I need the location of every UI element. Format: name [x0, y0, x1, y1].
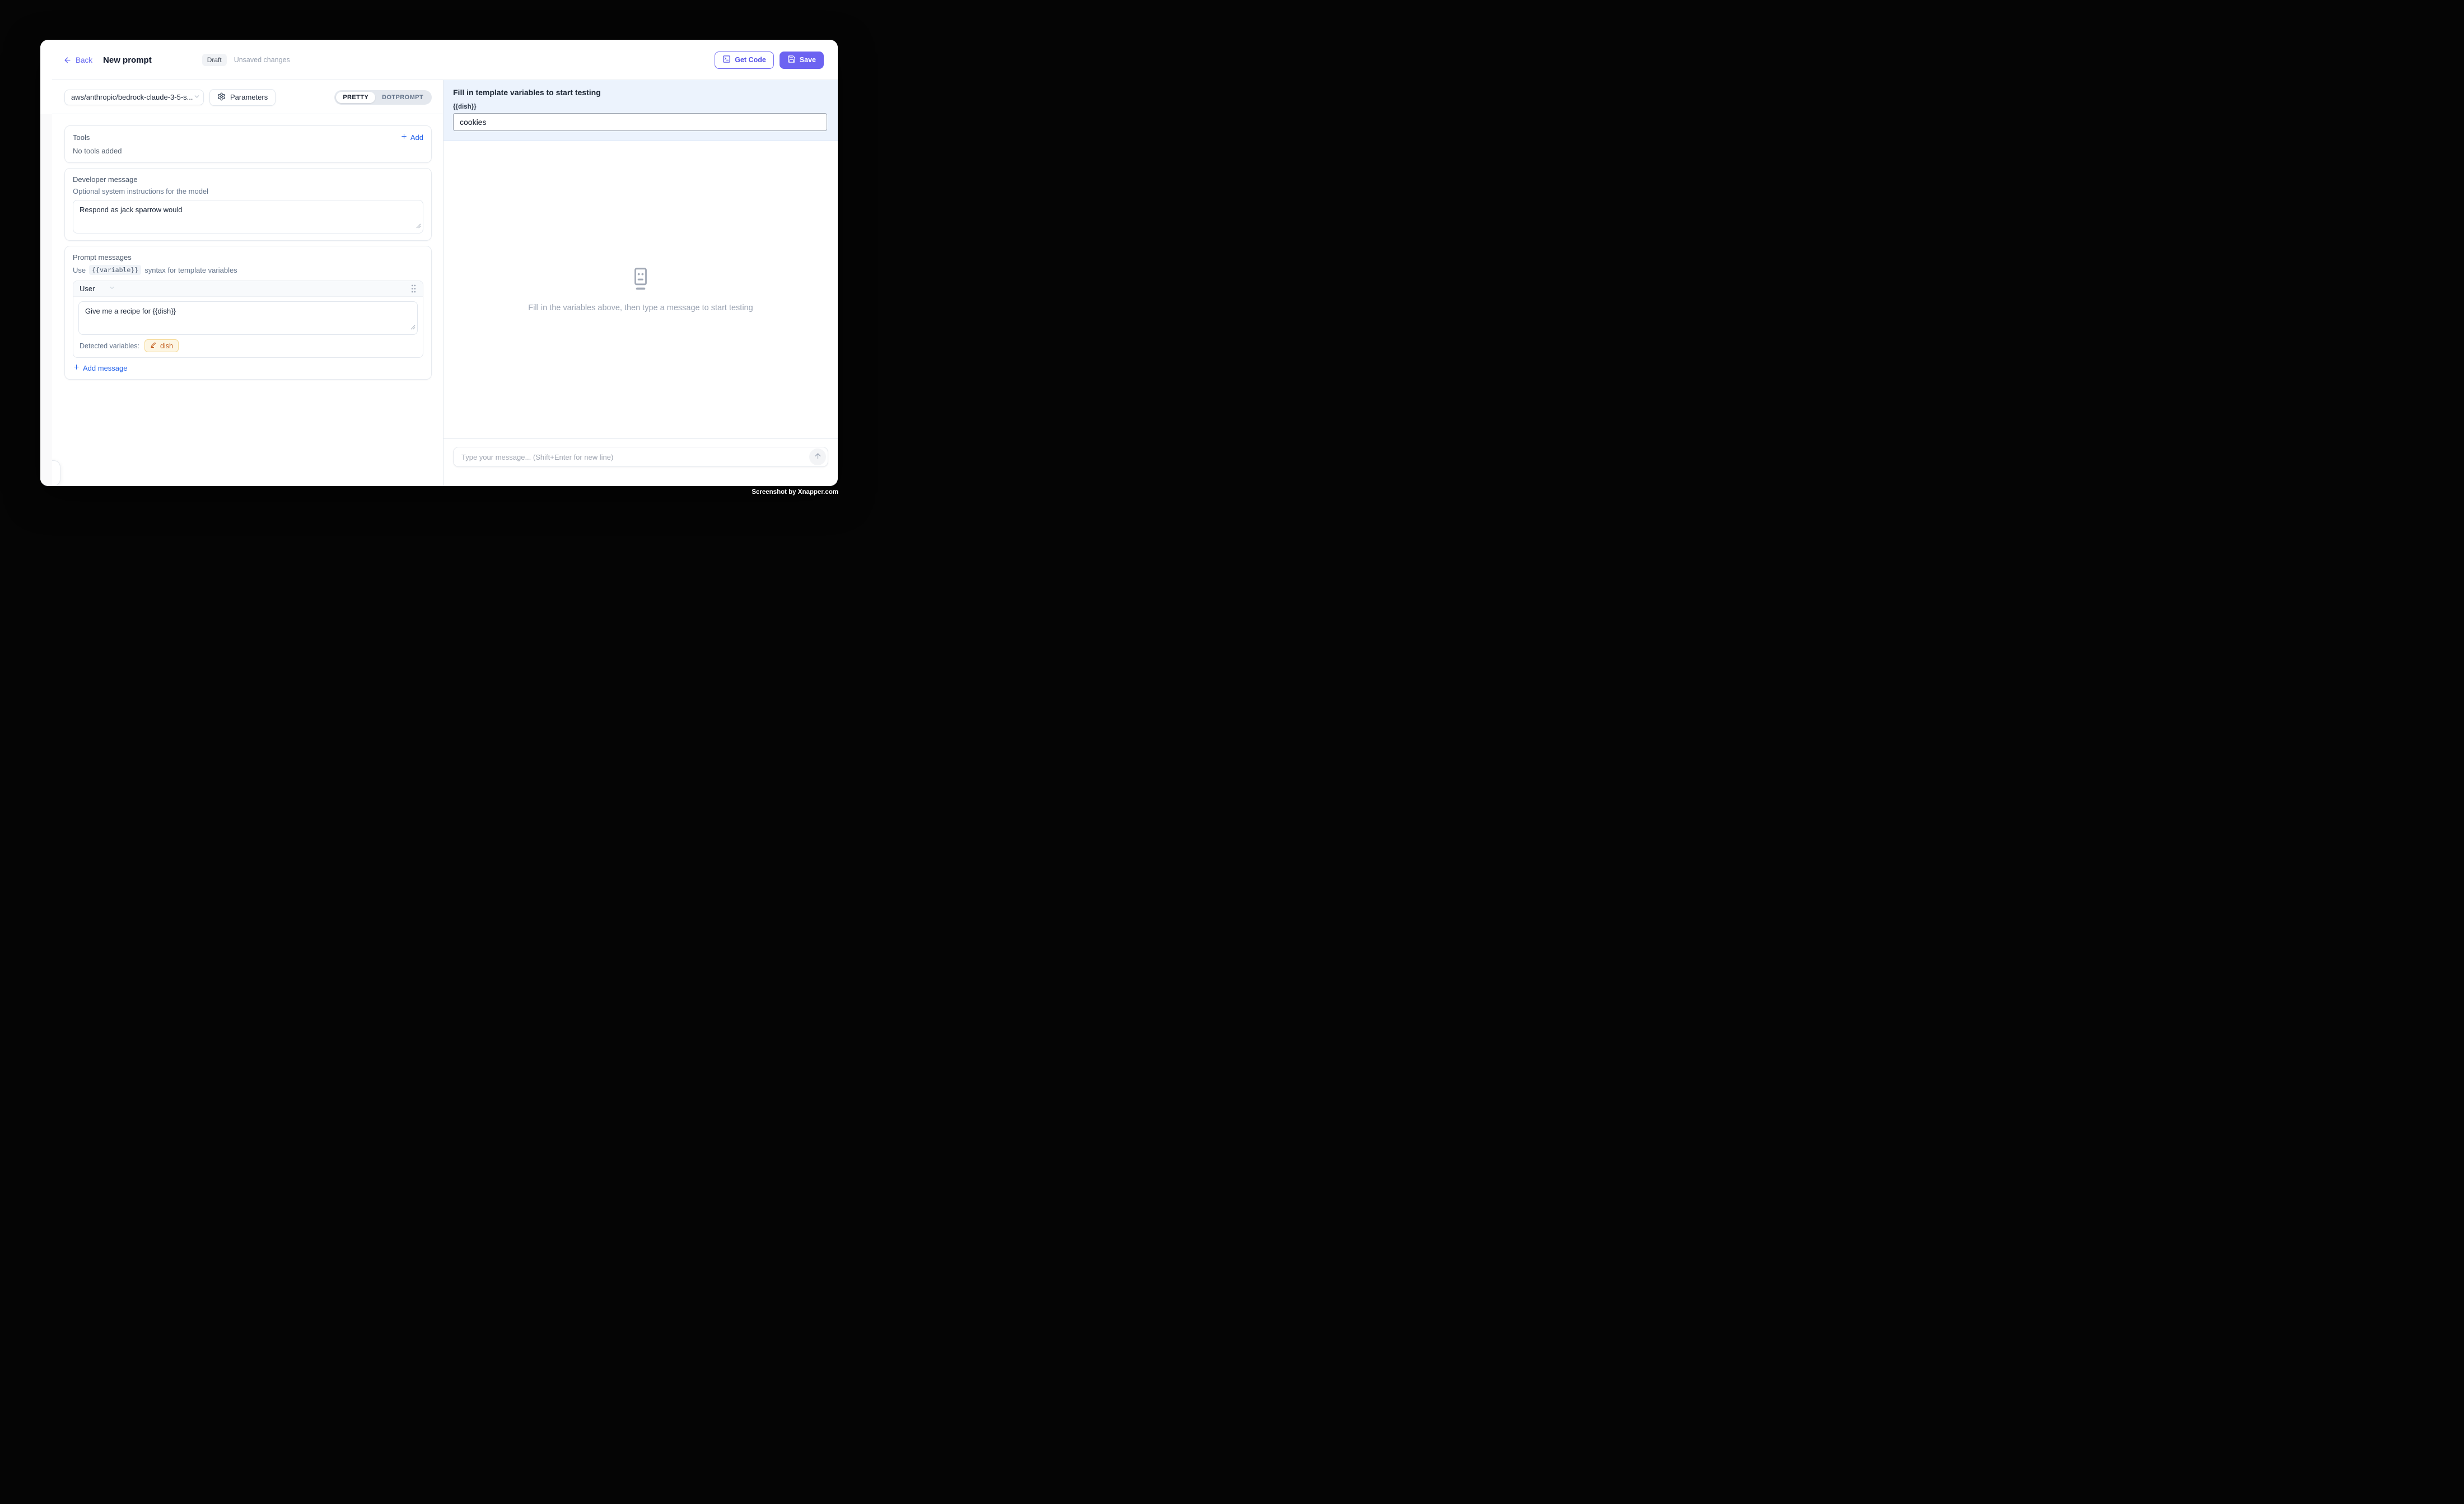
hint-prefix: Use: [73, 266, 86, 274]
plus-icon: [73, 363, 80, 372]
tools-empty-text: No tools added: [73, 147, 423, 155]
app-window: Back New prompt Draft Unsaved changes Ge…: [40, 40, 838, 486]
add-tool-button[interactable]: Add: [400, 133, 423, 142]
chat-empty-text: Fill in the variables above, then type a…: [528, 303, 753, 312]
tools-card: Tools Add No tools added: [64, 125, 432, 163]
message-block: User Give me a recipe for {{: [73, 281, 423, 358]
save-label: Save: [800, 56, 816, 64]
message-header: User: [73, 281, 423, 297]
role-value: User: [80, 284, 95, 293]
add-message-button[interactable]: Add message: [73, 363, 423, 372]
model-selector-value: aws/anthropic/bedrock-claude-3-5-s...: [71, 93, 193, 101]
format-toggle-pretty[interactable]: PRETTY: [336, 92, 375, 103]
format-toggle-dotprompt[interactable]: DOTPROMPT: [375, 92, 430, 103]
template-variables-panel: Fill in template variables to start test…: [444, 80, 838, 141]
get-code-label: Get Code: [735, 56, 766, 64]
chat-message-input[interactable]: [460, 452, 809, 462]
add-tool-label: Add: [410, 133, 423, 142]
plus-icon: [400, 133, 408, 142]
arrow-up-icon: [814, 452, 822, 463]
editor-content: Tools Add No tools added Developer messa…: [40, 114, 443, 380]
status-badge: Draft: [202, 54, 227, 66]
variable-value-input[interactable]: [453, 113, 827, 131]
back-label: Back: [76, 56, 92, 64]
editor-toolbar: aws/anthropic/bedrock-claude-3-5-s... Pa…: [40, 80, 443, 114]
pencil-icon: [150, 342, 157, 350]
role-selector[interactable]: User: [80, 284, 115, 293]
tools-title: Tools: [73, 133, 90, 142]
gear-icon: [217, 92, 226, 102]
hint-suffix: syntax for template variables: [144, 266, 237, 274]
unsaved-changes-text: Unsaved changes: [234, 56, 290, 64]
chat-empty-state: Fill in the variables above, then type a…: [444, 141, 838, 438]
chevron-down-icon: [109, 284, 115, 293]
watermark-text: Screenshot by Xnapper.com: [752, 489, 838, 496]
page-title: New prompt: [103, 55, 152, 65]
developer-message-title: Developer message: [73, 175, 423, 184]
user-message-textarea[interactable]: Give me a recipe for {{dish}}: [78, 301, 418, 335]
composer: [444, 438, 838, 486]
variable-syntax-chip: {{variable}}: [89, 265, 141, 275]
terminal-icon: [722, 55, 731, 65]
detected-variables-row: Detected variables: dish: [78, 339, 418, 352]
model-selector[interactable]: aws/anthropic/bedrock-claude-3-5-s...: [64, 90, 204, 105]
send-button[interactable]: [809, 449, 826, 465]
chevron-down-icon: [193, 93, 200, 102]
composer-bar: [453, 447, 828, 467]
drag-handle-icon[interactable]: [410, 284, 417, 293]
editor-pane: aws/anthropic/bedrock-claude-3-5-s... Pa…: [40, 80, 443, 486]
prompt-messages-title: Prompt messages: [73, 253, 423, 261]
save-button[interactable]: Save: [780, 52, 824, 69]
template-hint: Use {{variable}} syntax for template var…: [73, 265, 423, 275]
prompt-messages-card: Prompt messages Use {{variable}} syntax …: [64, 246, 432, 380]
arrow-left-icon: [63, 56, 72, 64]
tester-heading: Fill in template variables to start test…: [453, 88, 827, 97]
developer-message-card: Developer message Optional system instru…: [64, 168, 432, 241]
developer-message-textarea[interactable]: Respond as jack sparrow would: [73, 200, 423, 233]
add-message-label: Add message: [83, 364, 128, 372]
tester-pane: Fill in template variables to start test…: [444, 80, 838, 486]
header: Back New prompt Draft Unsaved changes Ge…: [40, 40, 838, 80]
bot-face-icon: [631, 267, 650, 293]
variable-badge-label: dish: [160, 342, 173, 350]
variable-name-label: {{dish}}: [453, 104, 827, 110]
format-toggle: PRETTY DOTPROMPT: [334, 90, 432, 105]
back-button[interactable]: Back: [63, 56, 92, 64]
parameters-label: Parameters: [230, 93, 268, 101]
parameters-button[interactable]: Parameters: [209, 89, 276, 106]
save-icon: [787, 55, 796, 65]
get-code-button[interactable]: Get Code: [715, 52, 774, 69]
detected-variables-label: Detected variables:: [80, 342, 139, 350]
developer-message-subtitle: Optional system instructions for the mod…: [73, 187, 423, 195]
variable-badge-dish[interactable]: dish: [144, 339, 179, 352]
